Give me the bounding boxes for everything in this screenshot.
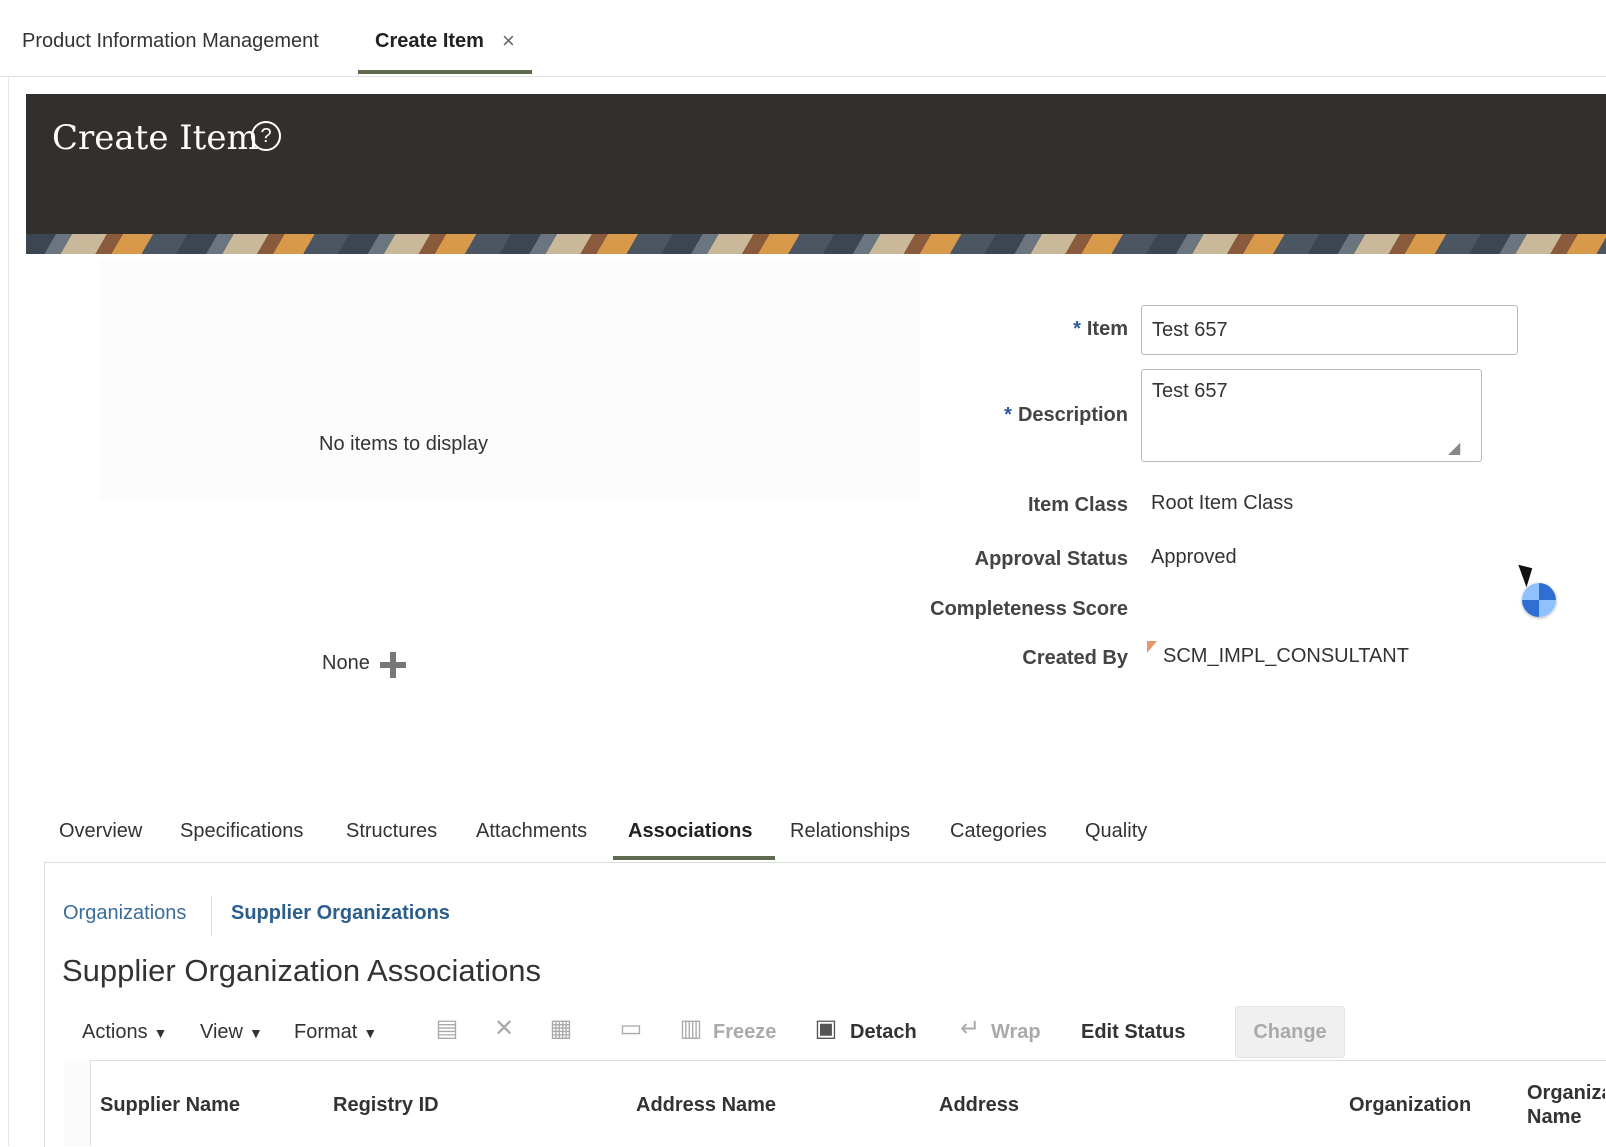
tab-categories[interactable]: Categories xyxy=(950,820,1047,843)
actions-label: Actions xyxy=(82,1021,148,1043)
top-tab-bar: Product Information Management Create It… xyxy=(0,0,1606,77)
item-input[interactable] xyxy=(1141,305,1518,355)
chevron-down-icon: ▼ xyxy=(153,1025,168,1041)
actions-menu[interactable]: Actions ▼ xyxy=(82,1021,167,1044)
create-row-icon[interactable]: ▤ xyxy=(433,1015,461,1043)
column-registry-id[interactable]: Registry ID xyxy=(333,1094,439,1117)
subtab-supplier-organizations[interactable]: Supplier Organizations xyxy=(231,902,450,925)
tab-associations[interactable]: Associations xyxy=(628,820,752,843)
decorative-banner-strip xyxy=(26,234,1606,254)
view-label: View xyxy=(200,1021,243,1043)
help-icon[interactable]: ? xyxy=(251,121,281,151)
subtab-organizations[interactable]: Organizations xyxy=(63,902,186,925)
description-label: * Description xyxy=(828,404,1128,427)
column-organization[interactable]: Organization xyxy=(1349,1094,1471,1117)
column-organization-name[interactable]: Organization Name xyxy=(1527,1081,1605,1129)
column-address-name[interactable]: Address Name xyxy=(636,1094,776,1117)
page-header-banner xyxy=(26,94,1606,234)
no-items-text: No items to display xyxy=(319,433,488,455)
approval-status-value: Approved xyxy=(1151,546,1237,568)
change-button[interactable]: Change xyxy=(1235,1006,1345,1058)
completeness-score-label: Completeness Score xyxy=(930,598,1128,620)
column-address[interactable]: Address xyxy=(939,1094,1019,1117)
tab-product-information-management[interactable]: Product Information Management xyxy=(22,30,319,53)
wrap-icon[interactable]: ↵ xyxy=(956,1015,984,1043)
tab-attachments[interactable]: Attachments xyxy=(476,820,587,843)
query-by-example-icon[interactable]: ▭ xyxy=(617,1015,645,1043)
active-tab-indicator xyxy=(358,70,532,74)
subtab-divider xyxy=(211,896,212,936)
tab-structures[interactable]: Structures xyxy=(346,820,437,843)
description-textarea[interactable]: Test 657 xyxy=(1141,369,1482,462)
created-by-value: SCM_IMPL_CONSULTANT xyxy=(1163,645,1409,667)
image-placeholder-area xyxy=(100,260,920,500)
detach-button[interactable]: Detach xyxy=(850,1021,917,1044)
required-marker: * xyxy=(1004,404,1012,426)
edit-status-button[interactable]: Edit Status xyxy=(1081,1021,1185,1044)
flag-icon xyxy=(1147,641,1157,653)
busy-icon xyxy=(1522,583,1556,617)
item-class-label: Item Class xyxy=(1027,494,1128,516)
tab-relationships[interactable]: Relationships xyxy=(790,820,910,843)
detach-icon[interactable]: ▣ xyxy=(812,1015,840,1043)
section-title: Supplier Organization Associations xyxy=(62,953,542,988)
required-marker: * xyxy=(1073,318,1081,340)
row-selector-column[interactable] xyxy=(64,1060,91,1146)
page-title: Create Item xyxy=(52,118,259,158)
tab-specifications[interactable]: Specifications xyxy=(180,820,303,843)
tab-quality[interactable]: Quality xyxy=(1085,820,1147,843)
chevron-down-icon: ▼ xyxy=(249,1025,263,1041)
description-label-text: Description xyxy=(1017,404,1128,426)
none-text: None xyxy=(322,652,370,674)
close-icon[interactable]: × xyxy=(502,28,515,54)
freeze-button[interactable]: Freeze xyxy=(713,1021,776,1044)
wrap-button[interactable]: Wrap xyxy=(991,1021,1041,1044)
columns-icon[interactable]: ▦ xyxy=(547,1015,575,1043)
chevron-down-icon: ▼ xyxy=(363,1025,378,1041)
format-label: Format xyxy=(294,1021,358,1043)
tab-overview[interactable]: Overview xyxy=(59,820,142,843)
add-icon[interactable] xyxy=(380,652,406,678)
format-menu[interactable]: Format ▼ xyxy=(294,1021,377,1044)
tab-create-item[interactable]: Create Item xyxy=(375,30,484,53)
resize-grip-icon[interactable]: ◢ xyxy=(1448,438,1468,458)
item-class-value: Root Item Class xyxy=(1151,492,1294,514)
column-supplier-name[interactable]: Supplier Name xyxy=(100,1094,240,1117)
freeze-icon[interactable]: ▥ xyxy=(677,1015,705,1043)
view-menu[interactable]: View ▼ xyxy=(200,1021,263,1044)
item-label-text: Item xyxy=(1086,318,1128,340)
item-label: * Item xyxy=(828,318,1128,341)
delete-icon[interactable]: ✕ xyxy=(490,1015,518,1043)
approval-status-label: Approval Status xyxy=(974,548,1128,570)
created-by-label: Created By xyxy=(1022,647,1128,669)
active-detail-tab-indicator xyxy=(613,856,775,860)
